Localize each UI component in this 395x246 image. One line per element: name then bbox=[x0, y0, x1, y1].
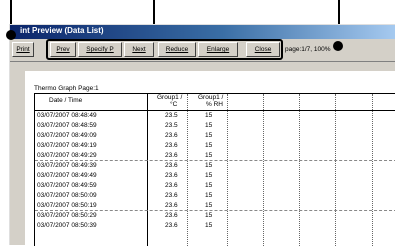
row-temperature: 23.5 bbox=[165, 122, 178, 129]
preview-page: Thermo Graph Page:1 Date / Time Group1 /… bbox=[25, 71, 395, 246]
table-row: 03/07/2007 08:49:09 23.6 15 bbox=[35, 131, 395, 141]
row-temperature: 23.5 bbox=[165, 112, 178, 119]
row-temperature: 23.6 bbox=[165, 222, 178, 229]
specify-page-button[interactable]: Specify P bbox=[78, 42, 122, 57]
row-datetime: 03/07/2007 08:50:29 bbox=[37, 212, 97, 219]
row-datetime: 03/07/2007 08:49:09 bbox=[37, 132, 97, 139]
table-row: 03/07/2007 08:49:59 23.6 15 bbox=[35, 181, 395, 191]
callout-dot-print bbox=[6, 30, 16, 40]
table-row: 03/07/2007 08:50:39 23.6 15 bbox=[35, 221, 395, 231]
row-datetime: 03/07/2007 08:49:39 bbox=[37, 162, 97, 169]
row-humidity: 15 bbox=[205, 122, 213, 129]
table-row: 03/07/2007 08:48:49 23.5 15 bbox=[35, 111, 395, 121]
row-datetime: 03/07/2007 08:50:39 bbox=[37, 222, 97, 229]
row-humidity: 15 bbox=[205, 162, 213, 169]
row-humidity: 15 bbox=[205, 182, 213, 189]
row-humidity: 15 bbox=[205, 142, 213, 149]
preview-area[interactable]: Thermo Graph Page:1 Date / Time Group1 /… bbox=[10, 62, 395, 246]
row-datetime: 03/07/2007 08:48:49 bbox=[37, 112, 97, 119]
row-datetime: 03/07/2007 08:49:19 bbox=[37, 142, 97, 149]
print-preview-window: int Preview (Data List) Print Prev Speci… bbox=[9, 24, 395, 246]
row-datetime: 03/07/2007 08:49:49 bbox=[37, 172, 97, 179]
row-humidity: 15 bbox=[205, 202, 213, 209]
print-button[interactable]: Print bbox=[12, 42, 34, 57]
table-row: 03/07/2007 08:50:19 23.6 15 bbox=[35, 201, 395, 211]
table-row: 03/07/2007 08:48:59 23.5 15 bbox=[35, 121, 395, 131]
row-datetime: 03/07/2007 08:48:59 bbox=[37, 122, 97, 129]
table-row: 03/07/2007 08:50:09 23.6 15 bbox=[35, 191, 395, 201]
callout-line-print bbox=[10, 0, 12, 24]
row-temperature: 23.6 bbox=[165, 212, 178, 219]
row-temperature: 23.6 bbox=[165, 162, 178, 169]
window-title: int Preview (Data List) bbox=[20, 26, 104, 35]
row-humidity: 15 bbox=[205, 172, 213, 179]
table-row: 03/07/2007 08:49:19 23.6 15 bbox=[35, 141, 395, 151]
title-bar: int Preview (Data List) bbox=[10, 25, 395, 39]
table-row: 03/07/2007 08:50:29 23.6 15 bbox=[35, 211, 395, 221]
table-row: 03/07/2007 08:49:29 23.6 15 bbox=[35, 151, 395, 161]
data-table: Date / Time Group1 / °C Group1 / % RH 03… bbox=[34, 93, 395, 246]
table-row: 03/07/2007 08:49:49 23.6 15 bbox=[35, 171, 395, 181]
column-header-datetime: Date / Time bbox=[49, 97, 83, 104]
row-datetime: 03/07/2007 08:49:29 bbox=[37, 152, 97, 159]
row-humidity: 15 bbox=[205, 212, 213, 219]
table-row: 03/07/2007 08:49:39 23.6 15 bbox=[35, 161, 395, 171]
next-button[interactable]: Next bbox=[124, 42, 154, 57]
graph-title: Thermo Graph Page:1 bbox=[34, 85, 99, 92]
row-humidity: 15 bbox=[205, 132, 213, 139]
column-header-rh-unit: % RH bbox=[206, 101, 223, 108]
row-temperature: 23.6 bbox=[165, 152, 178, 159]
column-header-temp-unit: °C bbox=[170, 101, 178, 108]
row-humidity: 15 bbox=[205, 222, 213, 229]
row-temperature: 23.6 bbox=[165, 172, 178, 179]
row-datetime: 03/07/2007 08:49:59 bbox=[37, 182, 97, 189]
close-button[interactable]: Close bbox=[246, 42, 280, 57]
row-temperature: 23.6 bbox=[165, 182, 178, 189]
row-temperature: 23.6 bbox=[165, 132, 178, 139]
row-humidity: 15 bbox=[205, 192, 213, 199]
row-humidity: 15 bbox=[205, 112, 213, 119]
callout-dot-page-info bbox=[333, 41, 343, 51]
row-temperature: 23.6 bbox=[165, 202, 178, 209]
prev-button[interactable]: Prev bbox=[50, 42, 76, 57]
row-temperature: 23.6 bbox=[165, 192, 178, 199]
page-info: page:1/7, 100% bbox=[285, 46, 331, 53]
enlarge-button[interactable]: Enlarge bbox=[198, 42, 238, 57]
row-humidity: 15 bbox=[205, 152, 213, 159]
row-temperature: 23.6 bbox=[165, 142, 178, 149]
row-datetime: 03/07/2007 08:50:19 bbox=[37, 202, 97, 209]
row-datetime: 03/07/2007 08:50:09 bbox=[37, 192, 97, 199]
reduce-button[interactable]: Reduce bbox=[158, 42, 196, 57]
